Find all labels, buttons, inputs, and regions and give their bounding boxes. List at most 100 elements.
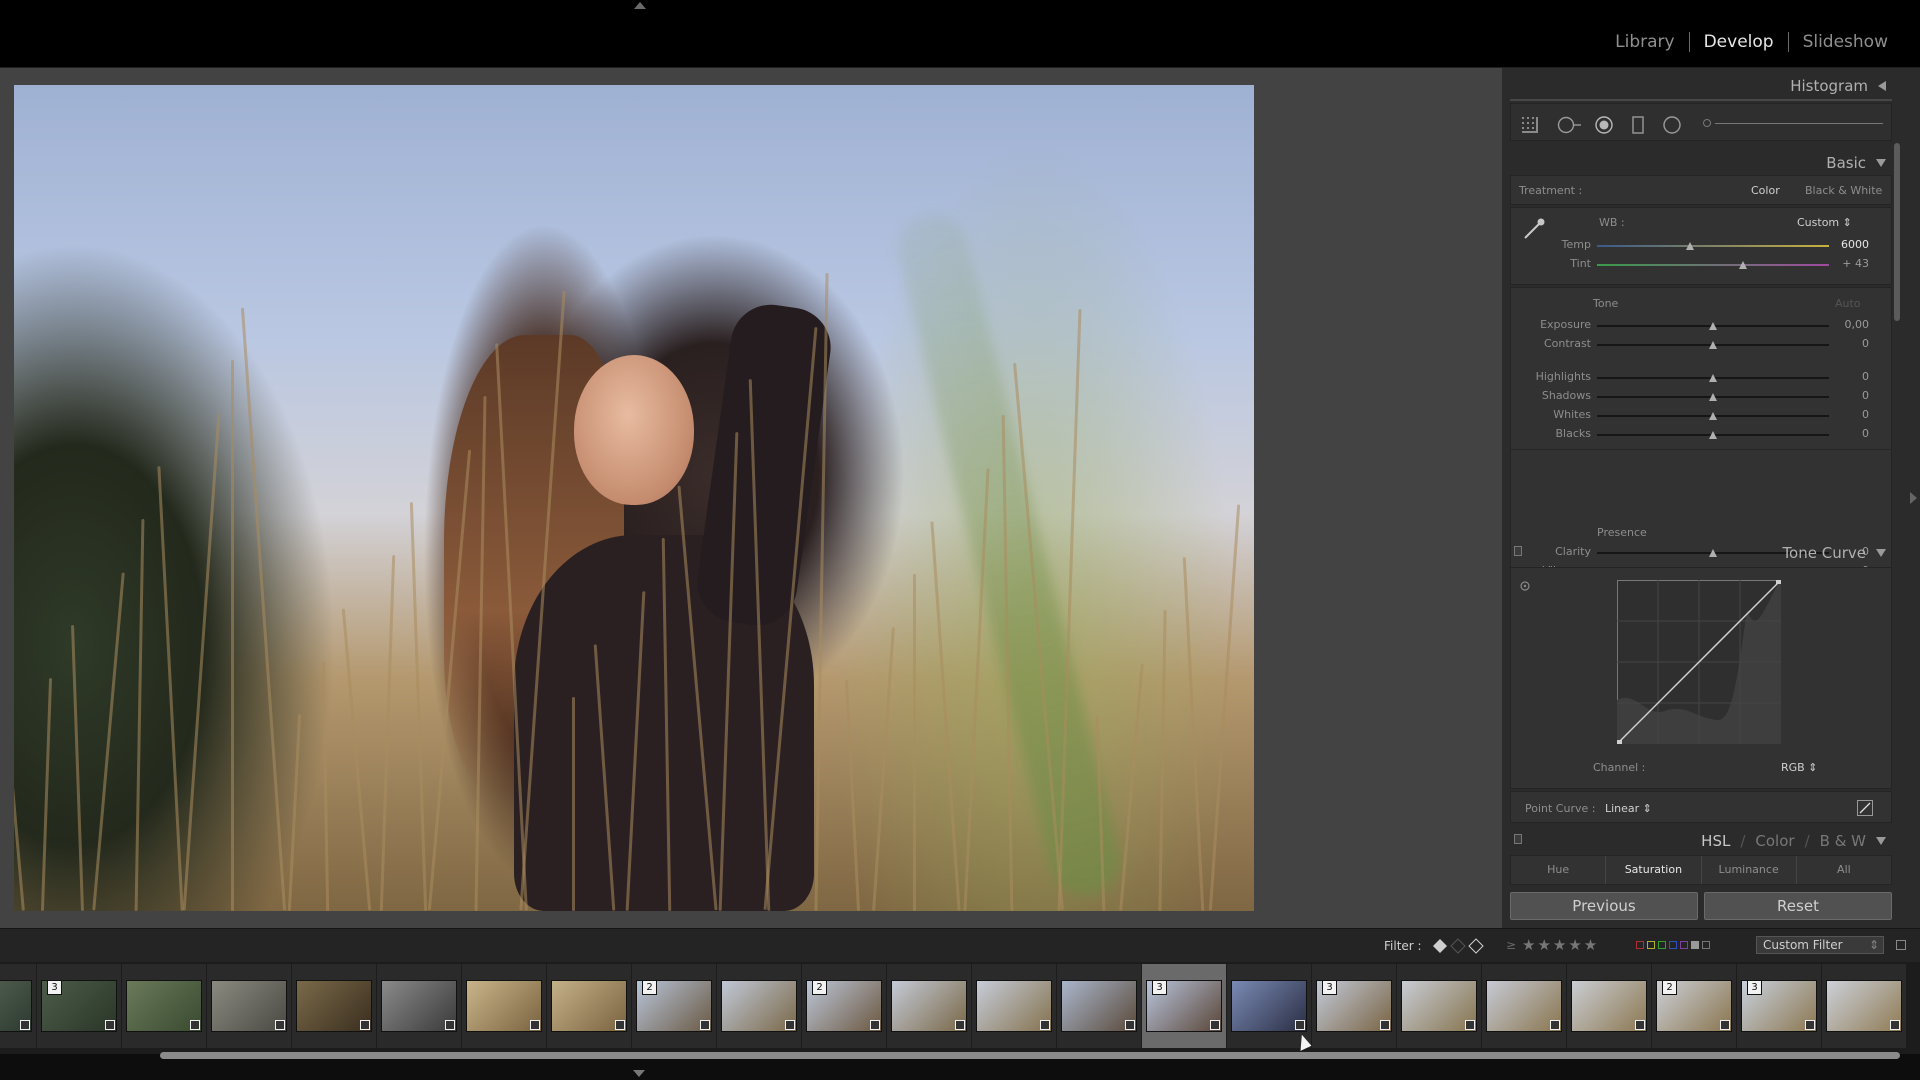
temp-value[interactable]: 6000	[1829, 238, 1869, 251]
edited-badge-icon[interactable]	[445, 1020, 455, 1030]
panel-scrollbar[interactable]	[1894, 143, 1900, 321]
edited-badge-icon[interactable]	[275, 1020, 285, 1030]
filmstrip-thumbnail[interactable]	[1482, 964, 1566, 1048]
filmstrip-thumbnail[interactable]: 2	[632, 964, 716, 1048]
rating-filter-stars[interactable]: ★★★★★	[1522, 936, 1599, 954]
edited-badge-icon[interactable]	[190, 1020, 200, 1030]
edited-badge-icon[interactable]	[1805, 1020, 1815, 1030]
edited-badge-icon[interactable]	[615, 1020, 625, 1030]
targeted-adjustment-icon[interactable]	[1519, 580, 1531, 592]
blacks-slider-thumb[interactable]	[1709, 431, 1717, 439]
stack-count-badge[interactable]: 3	[1747, 980, 1762, 995]
edited-badge-icon[interactable]	[530, 1020, 540, 1030]
edited-badge-icon[interactable]	[105, 1020, 115, 1030]
hsl-tab-luminance[interactable]: Luminance	[1702, 856, 1797, 884]
filmstrip-thumbnail[interactable]	[1057, 964, 1141, 1048]
edited-badge-icon[interactable]	[1890, 1020, 1900, 1030]
graduated-filter-icon[interactable]	[1629, 116, 1647, 134]
edited-badge-icon[interactable]	[785, 1020, 795, 1030]
module-library[interactable]: Library	[1601, 32, 1688, 52]
edited-badge-icon[interactable]	[1295, 1020, 1305, 1030]
collapse-top-panel-icon[interactable]	[634, 2, 646, 9]
color-title[interactable]: Color	[1755, 832, 1794, 850]
blue-label-filter[interactable]	[1669, 941, 1677, 949]
filmstrip-thumbnail[interactable]: 3	[1737, 964, 1821, 1048]
shadows-slider-thumb[interactable]	[1709, 393, 1717, 401]
stack-count-badge[interactable]: 2	[642, 980, 657, 995]
filmstrip-thumbnail[interactable]	[1822, 964, 1906, 1048]
exposure-slider-thumb[interactable]	[1709, 322, 1717, 330]
exposure-value[interactable]: 0,00	[1829, 318, 1870, 331]
radial-filter-icon[interactable]	[1663, 116, 1681, 134]
channel-dropdown[interactable]: RGB ⇕	[1781, 761, 1817, 774]
stack-count-badge[interactable]: 3	[1152, 980, 1167, 995]
filmstrip-thumbnail[interactable]: 2	[1652, 964, 1736, 1048]
edited-badge-icon[interactable]	[1125, 1020, 1135, 1030]
wb-dropdown[interactable]: Custom ⇕	[1797, 216, 1852, 229]
adjustment-brush-icon[interactable]	[1703, 119, 1711, 127]
flag-filter-icons[interactable]	[1432, 938, 1484, 954]
filmstrip-thumbnail[interactable]	[462, 964, 546, 1048]
filter-lock-icon[interactable]	[1896, 940, 1906, 950]
collapse-filmstrip-icon[interactable]	[633, 1070, 645, 1077]
edited-badge-icon[interactable]	[1210, 1020, 1220, 1030]
treatment-color-option[interactable]: Color	[1751, 184, 1780, 197]
filmstrip-thumbnail[interactable]: 3	[37, 964, 121, 1048]
purple-label-filter[interactable]	[1680, 941, 1688, 949]
filmstrip-thumbnail[interactable]	[1397, 964, 1481, 1048]
tone-curve-header[interactable]: Tone Curve	[1510, 539, 1892, 567]
stack-count-badge[interactable]: 2	[1662, 980, 1677, 995]
tint-slider-thumb[interactable]	[1739, 261, 1748, 269]
red-label-filter[interactable]	[1636, 941, 1644, 949]
red-eye-icon[interactable]	[1595, 116, 1613, 134]
highlights-value[interactable]: 0	[1829, 370, 1869, 383]
hsl-tab-saturation[interactable]: Saturation	[1606, 856, 1702, 884]
contrast-slider-thumb[interactable]	[1709, 341, 1717, 349]
filmstrip-thumbnail[interactable]	[207, 964, 291, 1048]
custom-filter-dropdown[interactable]: Custom Filter ⇕	[1756, 936, 1884, 954]
reset-button[interactable]: Reset	[1704, 892, 1892, 920]
filmstrip-scrollbar[interactable]	[160, 1052, 1900, 1059]
edited-badge-icon[interactable]	[955, 1020, 965, 1030]
filmstrip-thumbnail[interactable]	[1567, 964, 1651, 1048]
filmstrip-thumbnail[interactable]	[292, 964, 376, 1048]
spot-removal-icon[interactable]	[1557, 116, 1583, 134]
edited-badge-icon[interactable]	[360, 1020, 370, 1030]
brush-slider-track[interactable]	[1715, 123, 1883, 124]
filmstrip-thumbnail[interactable]	[547, 964, 631, 1048]
filmstrip-thumbnail[interactable]	[377, 964, 461, 1048]
filmstrip-thumbnail[interactable]: 2	[802, 964, 886, 1048]
edited-badge-icon[interactable]	[20, 1020, 30, 1030]
basic-header[interactable]: Basic	[1510, 149, 1892, 177]
temp-slider[interactable]	[1597, 245, 1829, 247]
yellow-label-filter[interactable]	[1647, 941, 1655, 949]
contrast-value[interactable]: 0	[1829, 337, 1869, 350]
stack-count-badge[interactable]: 2	[812, 980, 827, 995]
previous-button[interactable]: Previous	[1510, 892, 1698, 920]
filmstrip-thumbnail[interactable]: 3	[1312, 964, 1396, 1048]
collapse-right-panel-icon[interactable]	[1910, 492, 1917, 504]
edited-badge-icon[interactable]	[1635, 1020, 1645, 1030]
edited-badge-icon[interactable]	[700, 1020, 710, 1030]
filmstrip-thumbnail[interactable]	[887, 964, 971, 1048]
module-develop[interactable]: Develop	[1690, 32, 1788, 52]
bw-title[interactable]: B & W	[1820, 832, 1866, 850]
blacks-value[interactable]: 0	[1829, 427, 1869, 440]
auto-tone-button[interactable]: Auto	[1835, 297, 1861, 310]
edit-point-curve-icon[interactable]	[1857, 800, 1873, 816]
treatment-bw-option[interactable]: Black & White	[1805, 184, 1882, 197]
shadows-value[interactable]: 0	[1829, 389, 1869, 402]
filmstrip-thumbnail[interactable]: 3	[1142, 964, 1226, 1048]
other-label-filter[interactable]	[1691, 941, 1699, 949]
filmstrip-thumbnail[interactable]	[122, 964, 206, 1048]
edited-badge-icon[interactable]	[1720, 1020, 1730, 1030]
highlights-slider-thumb[interactable]	[1709, 374, 1717, 382]
green-label-filter[interactable]	[1658, 941, 1666, 949]
point-curve-dropdown[interactable]: Linear ⇕	[1605, 802, 1652, 815]
tint-slider[interactable]	[1597, 264, 1829, 266]
module-slideshow[interactable]: Slideshow	[1789, 32, 1902, 52]
filmstrip-thumbnail[interactable]	[717, 964, 801, 1048]
hsl-tab-all[interactable]: All	[1797, 856, 1891, 884]
main-photo[interactable]	[14, 85, 1254, 911]
filmstrip-thumbnail[interactable]	[972, 964, 1056, 1048]
